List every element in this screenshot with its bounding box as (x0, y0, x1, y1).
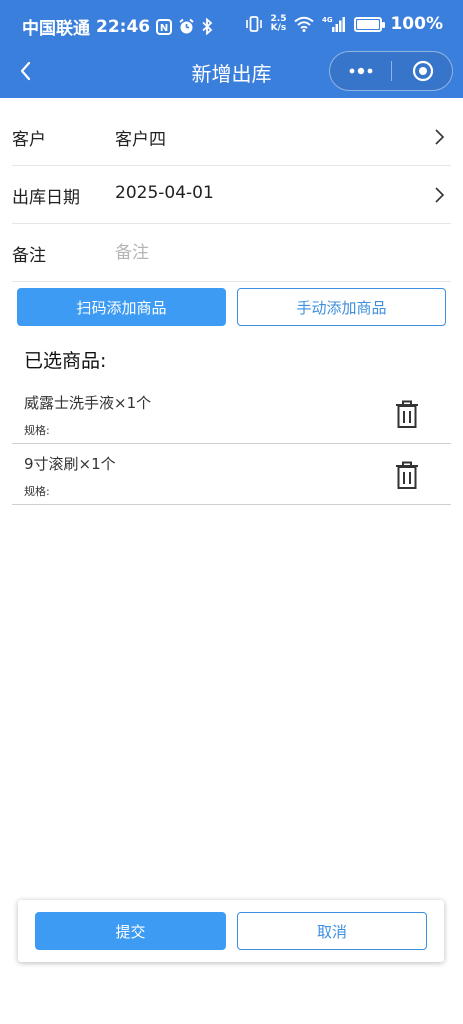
trash-icon[interactable] (394, 399, 420, 429)
submit-button[interactable]: 提交 (35, 912, 226, 950)
remark-row: 备注 (12, 224, 451, 282)
list-item: 威露士洗手液×1个 规格: (12, 383, 451, 444)
mini-program-capsule (329, 51, 453, 91)
status-left: 中国联通 22:46 N (22, 14, 213, 39)
nav-bar: 新增出库 (0, 48, 463, 98)
product-spec: 规格: (24, 424, 50, 437)
nfc-icon: N (156, 18, 173, 35)
date-row[interactable]: 出库日期 2025-04-01 (12, 166, 451, 224)
vibrate-icon (245, 16, 263, 32)
list-item: 9寸滚刷×1个 规格: (12, 444, 451, 505)
manual-add-product-button[interactable]: 手动添加商品 (237, 288, 446, 326)
customer-row[interactable]: 客户 客户四 (12, 108, 451, 166)
status-bar: 中国联通 22:46 N 2.5 K/s 4G 100% (0, 0, 463, 48)
close-target-icon (412, 60, 433, 82)
remark-input[interactable] (115, 236, 435, 270)
battery-icon (354, 16, 386, 32)
more-button[interactable] (330, 52, 391, 90)
battery-percent: 100% (390, 14, 443, 34)
product-name: 9寸滚刷×1个 (24, 455, 116, 473)
footer-bar: 提交 取消 (18, 900, 444, 962)
customer-label: 客户 (12, 130, 46, 150)
product-spec: 规格: (24, 485, 50, 498)
alarm-icon (178, 18, 195, 35)
scan-add-product-button[interactable]: 扫码添加商品 (17, 288, 226, 326)
product-name: 威露士洗手液×1个 (24, 394, 152, 412)
close-mini-program-button[interactable] (392, 52, 453, 90)
selected-products-title: 已选商品: (24, 350, 107, 372)
network-speed: 2.5 K/s (271, 15, 287, 33)
carrier-name: 中国联通 (22, 19, 90, 39)
cancel-button[interactable]: 取消 (237, 912, 427, 950)
chevron-right-icon (435, 187, 445, 203)
chevron-right-icon (435, 129, 445, 145)
status-time: 22:46 (96, 16, 151, 37)
customer-value: 客户四 (115, 130, 166, 150)
svg-text:N: N (160, 23, 168, 34)
battery-fill (357, 19, 380, 29)
signal-icon: 4G (322, 15, 346, 33)
wifi-icon (294, 16, 315, 32)
trash-icon[interactable] (394, 460, 420, 490)
more-icon (349, 67, 372, 75)
status-right: 2.5 K/s 4G 100% (245, 14, 443, 34)
bluetooth-icon (201, 18, 213, 35)
date-value: 2025-04-01 (115, 183, 214, 203)
app-header: 中国联通 22:46 N 2.5 K/s 4G 100% 新增出库 (0, 0, 463, 98)
network-speed-unit: K/s (270, 23, 287, 33)
remark-label: 备注 (12, 246, 46, 266)
date-label: 出库日期 (12, 188, 80, 208)
svg-text:4G: 4G (322, 16, 333, 24)
